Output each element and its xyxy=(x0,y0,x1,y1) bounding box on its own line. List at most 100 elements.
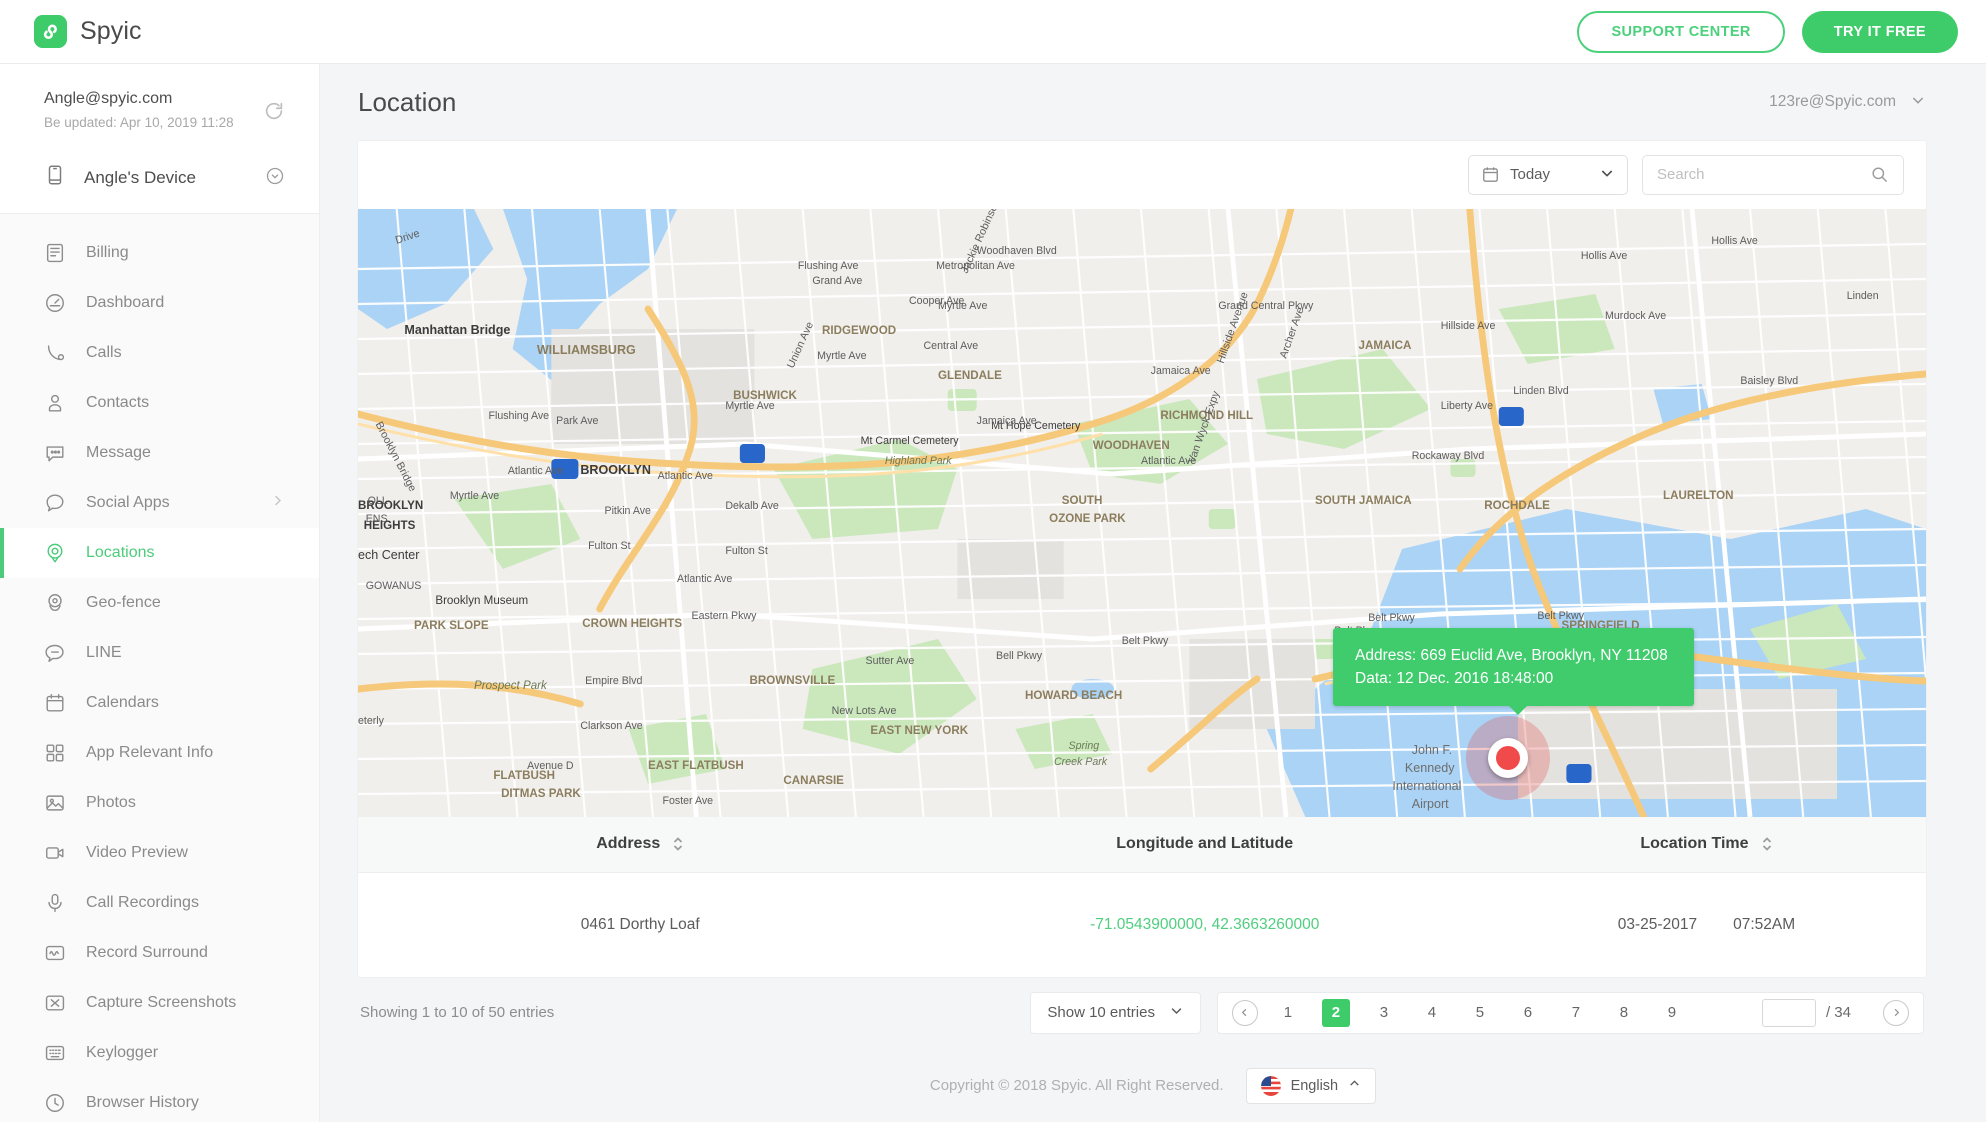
footer: Copyright © 2018 Spyic. All Right Reserv… xyxy=(320,1049,1986,1122)
screenshot-icon xyxy=(44,992,66,1014)
column-header-time[interactable]: Location Time xyxy=(1487,834,1926,854)
sidebar-item-label: Social Apps xyxy=(86,494,170,511)
sidebar-item-calls[interactable]: Calls xyxy=(0,328,319,378)
sidebar-device[interactable]: Angle's Device xyxy=(0,148,319,214)
billing-icon xyxy=(44,242,66,264)
svg-text:Empire Blvd: Empire Blvd xyxy=(585,674,642,686)
table-header: Address Longitude and Latitude Location … xyxy=(358,816,1926,873)
sidebar-item-billing[interactable]: Billing xyxy=(0,228,319,278)
page-button-9[interactable]: 9 xyxy=(1658,999,1686,1027)
page-button-6[interactable]: 6 xyxy=(1514,999,1542,1027)
sidebar-item-label: LINE xyxy=(86,644,122,661)
brand[interactable]: Spyic xyxy=(34,15,142,48)
sidebar-item-browser-history[interactable]: Browser History xyxy=(0,1078,319,1122)
svg-text:Mt Carmel Cemetery: Mt Carmel Cemetery xyxy=(861,434,959,446)
svg-text:Bell Pkwy: Bell Pkwy xyxy=(996,649,1043,661)
sidebar: Angle@spyic.com Be updated: Apr 10, 2019… xyxy=(0,64,320,1122)
sort-icon[interactable] xyxy=(1761,834,1773,854)
cell-coords[interactable]: -71.0543900000, 42.3663260000 xyxy=(922,916,1486,934)
sidebar-item-capture-screenshots[interactable]: Capture Screenshots xyxy=(0,978,319,1028)
page-button-5[interactable]: 5 xyxy=(1466,999,1494,1027)
sidebar-item-social-apps[interactable]: Social Apps xyxy=(0,478,319,528)
photo-icon xyxy=(44,792,66,814)
svg-text:Atlantic Ave: Atlantic Ave xyxy=(508,464,563,476)
language-label: English xyxy=(1290,1077,1339,1094)
sidebar-item-geo-fence[interactable]: Geo-fence xyxy=(0,578,319,628)
sidebar-item-app-relevant-info[interactable]: App Relevant Info xyxy=(0,728,319,778)
sidebar-item-contacts[interactable]: Contacts xyxy=(0,378,319,428)
top-bar: Spyic SUPPORT CENTER TRY IT FREE xyxy=(0,0,1986,64)
main-content: Location 123re@Spyic.com Today Search Dr… xyxy=(320,64,1986,1122)
try-it-free-button[interactable]: TRY IT FREE xyxy=(1801,10,1958,53)
svg-text:WILLIAMSBURG: WILLIAMSBURG xyxy=(537,341,636,356)
total-pages-label: / 34 xyxy=(1825,1004,1851,1022)
svg-text:Spring: Spring xyxy=(1069,739,1100,751)
table-row[interactable]: 0461 Dorthy Loaf -71.0543900000, 42.3663… xyxy=(358,873,1926,977)
svg-text:Jamaica Ave: Jamaica Ave xyxy=(1151,364,1211,376)
svg-text:Eastern Pkwy: Eastern Pkwy xyxy=(692,609,757,621)
sidebar-item-label: Video Preview xyxy=(86,844,188,861)
account-dropdown[interactable]: 123re@Spyic.com xyxy=(1769,92,1926,113)
sort-icon[interactable] xyxy=(672,834,684,854)
cell-address: 0461 Dorthy Loaf xyxy=(580,915,700,933)
sidebar-item-locations[interactable]: Locations xyxy=(0,528,319,578)
date-filter-value: Today xyxy=(1510,166,1551,184)
page-button-3[interactable]: 3 xyxy=(1370,999,1398,1027)
location-pin-icon xyxy=(44,542,66,564)
svg-text:ROCHDALE: ROCHDALE xyxy=(1484,497,1550,511)
sidebar-item-line[interactable]: LINE xyxy=(0,628,319,678)
page-jump-input[interactable] xyxy=(1761,998,1816,1027)
sidebar-item-message[interactable]: Message xyxy=(0,428,319,478)
account-email: 123re@Spyic.com xyxy=(1769,93,1896,111)
page-button-2[interactable]: 2 xyxy=(1321,998,1350,1027)
search-box[interactable] xyxy=(1642,154,1904,195)
svg-text:DITMAS PARK: DITMAS PARK xyxy=(501,785,581,799)
calendar-icon xyxy=(44,692,66,714)
marker-dot xyxy=(1496,745,1520,770)
us-flag-icon xyxy=(1260,1075,1281,1096)
sidebar-item-keylogger[interactable]: Keylogger xyxy=(0,1028,319,1078)
sidebar-item-calendars[interactable]: Calendars xyxy=(0,678,319,728)
svg-text:Brooklyn Bridge: Brooklyn Bridge xyxy=(373,419,419,493)
refresh-icon[interactable] xyxy=(263,100,285,122)
support-center-button[interactable]: SUPPORT CENTER xyxy=(1577,10,1785,53)
phone-icon xyxy=(44,342,66,364)
sidebar-item-label: Geo-fence xyxy=(86,594,161,611)
svg-text:PARK SLOPE: PARK SLOPE xyxy=(414,617,489,631)
next-page-button[interactable] xyxy=(1883,999,1909,1026)
sidebar-item-dashboard[interactable]: Dashboard xyxy=(0,278,319,328)
svg-text:BROWNSVILLE: BROWNSVILLE xyxy=(750,672,836,686)
sidebar-item-record-surround[interactable]: Record Surround xyxy=(0,928,319,978)
date-filter-dropdown[interactable]: Today xyxy=(1468,154,1628,195)
sidebar-item-call-recordings[interactable]: Call Recordings xyxy=(0,878,319,928)
chevron-down-icon xyxy=(1169,1003,1184,1022)
device-dropdown-icon[interactable] xyxy=(265,166,285,191)
map-marker[interactable] xyxy=(1466,715,1550,800)
page-button-7[interactable]: 7 xyxy=(1562,999,1590,1027)
entries-per-page-dropdown[interactable]: Show 10 entries xyxy=(1030,991,1201,1034)
page-button-4[interactable]: 4 xyxy=(1418,999,1446,1027)
sidebar-item-label: Capture Screenshots xyxy=(86,994,237,1011)
sidebar-item-photos[interactable]: Photos xyxy=(0,778,319,828)
sidebar-item-label: Contacts xyxy=(86,394,150,411)
svg-text:Hollis Ave: Hollis Ave xyxy=(1581,249,1627,261)
column-label: Address xyxy=(596,835,661,853)
map-view[interactable]: Drive Manhattan Bridge Brooklyn Bridge B… xyxy=(358,208,1926,817)
svg-text:Belt Pkwy: Belt Pkwy xyxy=(1122,634,1169,646)
column-header-address[interactable]: Address xyxy=(358,834,922,854)
svg-text:HOWARD BEACH: HOWARD BEACH xyxy=(1025,687,1122,701)
page-button-1[interactable]: 1 xyxy=(1274,999,1302,1027)
svg-text:Archer Ave: Archer Ave xyxy=(1278,305,1307,359)
prev-page-button[interactable] xyxy=(1231,999,1258,1026)
page-jump[interactable]: / 34 xyxy=(1761,998,1851,1027)
page-button-8[interactable]: 8 xyxy=(1610,999,1638,1027)
sidebar-item-video-preview[interactable]: Video Preview xyxy=(0,828,319,878)
search-input[interactable] xyxy=(1657,166,1870,184)
device-icon xyxy=(44,164,66,191)
language-selector[interactable]: English xyxy=(1245,1067,1377,1104)
svg-text:International: International xyxy=(1392,777,1461,792)
svg-text:Liberty Ave: Liberty Ave xyxy=(1441,399,1493,411)
search-icon[interactable] xyxy=(1870,165,1889,184)
svg-text:BROOKLYN: BROOKLYN xyxy=(580,461,651,476)
svg-text:Belt Pkwy: Belt Pkwy xyxy=(1368,611,1415,623)
